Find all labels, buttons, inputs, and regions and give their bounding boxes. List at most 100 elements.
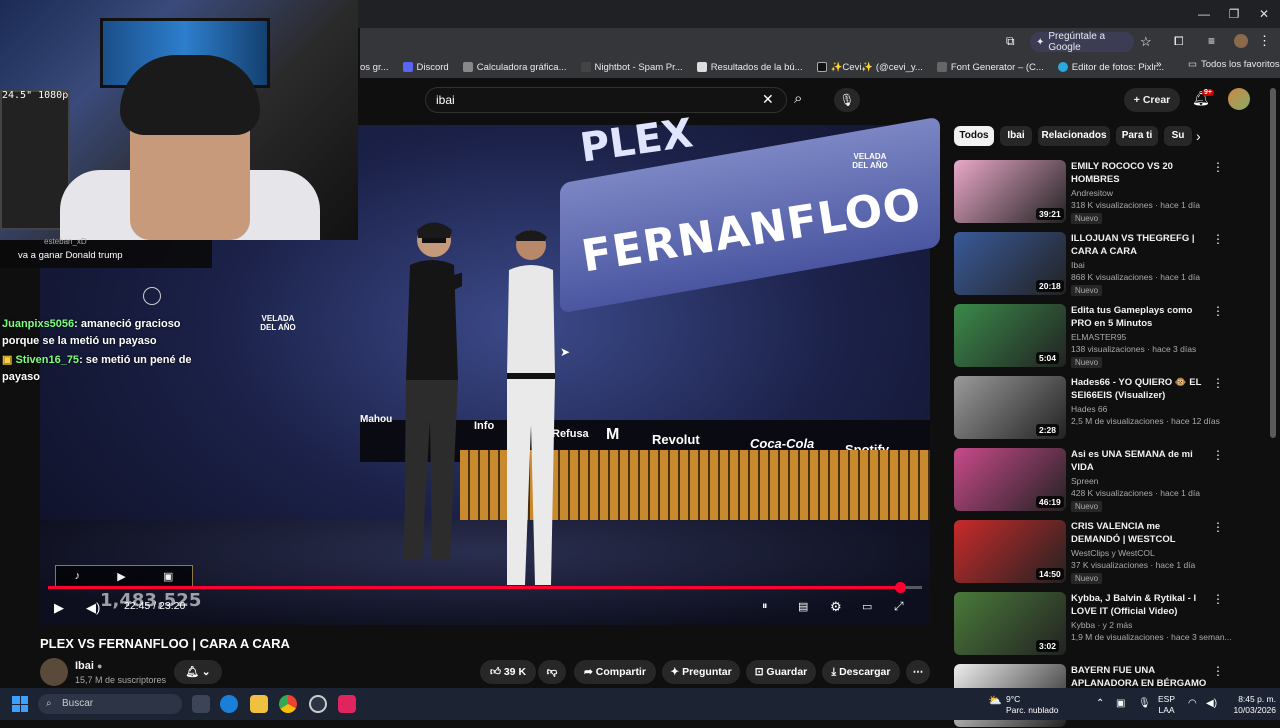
- create-button[interactable]: + Crear: [1124, 88, 1180, 112]
- subtitles-icon[interactable]: ▤: [798, 600, 808, 613]
- search-icon[interactable]: ⌕: [794, 90, 802, 107]
- more-options-icon[interactable]: ⋮: [1212, 376, 1224, 390]
- chip-su[interactable]: Su: [1164, 126, 1192, 146]
- chrome-icon[interactable]: [279, 695, 297, 713]
- bookmark-cevi[interactable]: ✨Cevi✨ (@cevi_y...: [816, 62, 923, 73]
- language-indicator[interactable]: ESP LAA: [1158, 694, 1175, 716]
- menu-kebab-icon[interactable]: ⋮: [1258, 33, 1271, 49]
- file-explorer-icon[interactable]: [250, 695, 268, 713]
- chat-top-user: esteban_xD: [44, 237, 87, 246]
- new-badge: Nuevo: [1071, 357, 1103, 368]
- bookmark-star-icon[interactable]: ☆: [1140, 34, 1152, 50]
- recommended-video[interactable]: 5:04 Edita tus Gameplays como PRO en 5 Mi…: [954, 304, 1264, 368]
- more-options-icon[interactable]: ⋮: [1212, 448, 1224, 462]
- video-title[interactable]: EMILY ROCOCO VS 20 HOMBRES: [1071, 160, 1211, 186]
- recommended-video[interactable]: 46:19 Asi es UNA SEMANA de mi VIDA Spreen 4…: [954, 448, 1264, 512]
- share-button[interactable]: ➦ Compartir: [574, 660, 656, 684]
- chip-para-ti[interactable]: Para ti: [1116, 126, 1158, 146]
- recommended-video[interactable]: 14:50 CRIS VALENCIA me DEMANDÓ | WESTCOL W…: [954, 520, 1264, 584]
- event-logo-left: VELADA DEL AÑO: [260, 314, 296, 332]
- ask-google-button[interactable]: ✦ Pregúntale a Google: [1030, 31, 1134, 53]
- video-channel[interactable]: Spreen: [1071, 476, 1098, 486]
- scrollbar[interactable]: [1270, 88, 1276, 438]
- download-button[interactable]: ⤓ Descargar: [822, 660, 900, 684]
- restore-icon[interactable]: ❐: [1220, 4, 1248, 24]
- tray-app-icon[interactable]: ▣: [1116, 698, 1125, 709]
- ask-button[interactable]: ✦ Preguntar: [662, 660, 740, 684]
- more-options-icon[interactable]: ⋮: [1212, 520, 1224, 534]
- bookmark-nightbot[interactable]: Nightbot - Spam Pr...: [580, 62, 683, 73]
- save-button[interactable]: ⊡ Guardar: [746, 660, 816, 684]
- video-channel[interactable]: Andresitow: [1071, 188, 1113, 198]
- windows-start-icon[interactable]: [12, 696, 28, 712]
- obs-icon[interactable]: [309, 695, 327, 713]
- video-title[interactable]: Edita tus Gameplays como PRO en 5 Minuto…: [1071, 304, 1211, 330]
- chevron-up-icon[interactable]: ⌃: [1096, 698, 1104, 709]
- taskbar-search[interactable]: ⌕ Buscar: [38, 694, 182, 714]
- bookmark-item[interactable]: os gr...: [360, 62, 389, 73]
- video-title[interactable]: ILLOJUAN VS THEGREFG | CARA A CARA: [1071, 232, 1211, 258]
- chevron-right-icon[interactable]: ›: [1196, 128, 1201, 144]
- voice-search-icon[interactable]: 🎙︎: [834, 88, 860, 112]
- video-channel[interactable]: Ibai: [1071, 260, 1085, 270]
- chip-ibai[interactable]: Ibai: [1000, 126, 1032, 146]
- more-options-icon[interactable]: ⋮: [1212, 664, 1224, 678]
- recommended-video[interactable]: 2:28 Hades66 - YO QUIERO 🐵 EL SEI66EIS (V…: [954, 376, 1264, 440]
- weather-widget[interactable]: 9°C Parc. nublado: [1006, 694, 1058, 716]
- clear-search-icon[interactable]: ✕: [762, 91, 774, 108]
- video-title[interactable]: Hades66 - YO QUIERO 🐵 EL SEI66EIS (Visua…: [1071, 376, 1211, 402]
- sponsor-revolut: Revolut: [652, 432, 700, 447]
- chip-relacionados[interactable]: Relacionados: [1038, 126, 1110, 146]
- bookmark-font-generator[interactable]: Font Generator – (C...: [936, 62, 1044, 73]
- bookmark-discord[interactable]: Discord: [402, 62, 449, 73]
- chip-todos[interactable]: Todos: [954, 126, 994, 146]
- recommended-video[interactable]: 20:18 ILLOJUAN VS THEGREFG | CARA A CARA I…: [954, 232, 1264, 296]
- video-channel[interactable]: Kybba · y 2 más: [1071, 620, 1132, 630]
- recommended-video[interactable]: 3:02 Kybba, J Balvin & Rytikal - I LOVE I…: [954, 592, 1264, 656]
- video-title[interactable]: Kybba, J Balvin & Rytikal - I LOVE IT (O…: [1071, 592, 1211, 618]
- more-options-icon[interactable]: ⋮: [1212, 592, 1224, 606]
- fullscreen-icon[interactable]: ⤢: [894, 599, 904, 614]
- more-actions-icon[interactable]: ⋯: [906, 660, 930, 684]
- play-icon[interactable]: ▶: [54, 600, 64, 616]
- wifi-icon[interactable]: ◠: [1188, 698, 1197, 709]
- channel-avatar[interactable]: [40, 658, 68, 686]
- cast-icon[interactable]: ⧉: [1006, 34, 1015, 49]
- video-title[interactable]: CRIS VALENCIA me DEMANDÓ | WESTCOL: [1071, 520, 1211, 546]
- speaker-icon[interactable]: ◀): [1206, 698, 1217, 709]
- media-icon[interactable]: ≡: [1208, 34, 1215, 48]
- search-input[interactable]: ibai: [425, 87, 787, 113]
- video-channel[interactable]: ELMASTER95: [1071, 332, 1126, 342]
- theater-mode-icon[interactable]: ▭: [862, 600, 872, 613]
- recommended-video[interactable]: 39:21 EMILY ROCOCO VS 20 HOMBRES Andresito…: [954, 160, 1264, 224]
- minimize-icon[interactable]: —: [1190, 4, 1218, 24]
- volume-icon[interactable]: ◀): [86, 600, 100, 616]
- video-title[interactable]: Asi es UNA SEMANA de mi VIDA: [1071, 448, 1211, 474]
- close-window-icon[interactable]: ✕: [1250, 4, 1278, 24]
- weather-desc: Parc. nublado: [1006, 705, 1059, 715]
- account-avatar[interactable]: [1228, 88, 1250, 110]
- more-options-icon[interactable]: ⋮: [1212, 160, 1224, 174]
- all-favorites[interactable]: ▭ Todos los favoritos: [1188, 59, 1280, 70]
- more-options-icon[interactable]: ⋮: [1212, 232, 1224, 246]
- autoplay-toggle-icon[interactable]: ⏸: [762, 600, 768, 613]
- task-view-icon[interactable]: [192, 695, 210, 713]
- tiktok-studio-icon[interactable]: [338, 695, 356, 713]
- bookmark-resultados[interactable]: Resultados de la bú...: [696, 62, 803, 73]
- clock[interactable]: 8:45 p. m. 10/03/2026: [1222, 694, 1276, 716]
- bookmark-pixlr[interactable]: Editor de fotos: Pixlr...: [1057, 62, 1164, 73]
- bookmark-calculadora[interactable]: Calculadora gráfica...: [462, 62, 567, 73]
- microphone-icon[interactable]: 🎙︎: [1138, 698, 1151, 709]
- more-options-icon[interactable]: ⋮: [1212, 304, 1224, 318]
- like-button[interactable]: 👍︎ 39 K: [480, 660, 536, 684]
- dislike-button[interactable]: 👎︎: [538, 660, 566, 684]
- channel-name[interactable]: Ibai ●: [75, 660, 102, 672]
- extensions-icon[interactable]: ⧠: [1174, 34, 1184, 49]
- chevron-right-icon[interactable]: »: [1156, 59, 1162, 70]
- video-channel[interactable]: WestClips y WestCOL: [1071, 548, 1155, 558]
- video-channel[interactable]: Hades 66: [1071, 404, 1107, 414]
- profile-avatar[interactable]: [1234, 34, 1248, 48]
- edge-icon[interactable]: [220, 695, 238, 713]
- subscribe-bell-button[interactable]: 🔔︎ ⌄: [174, 660, 222, 684]
- settings-gear-icon[interactable]: ⚙: [830, 599, 842, 615]
